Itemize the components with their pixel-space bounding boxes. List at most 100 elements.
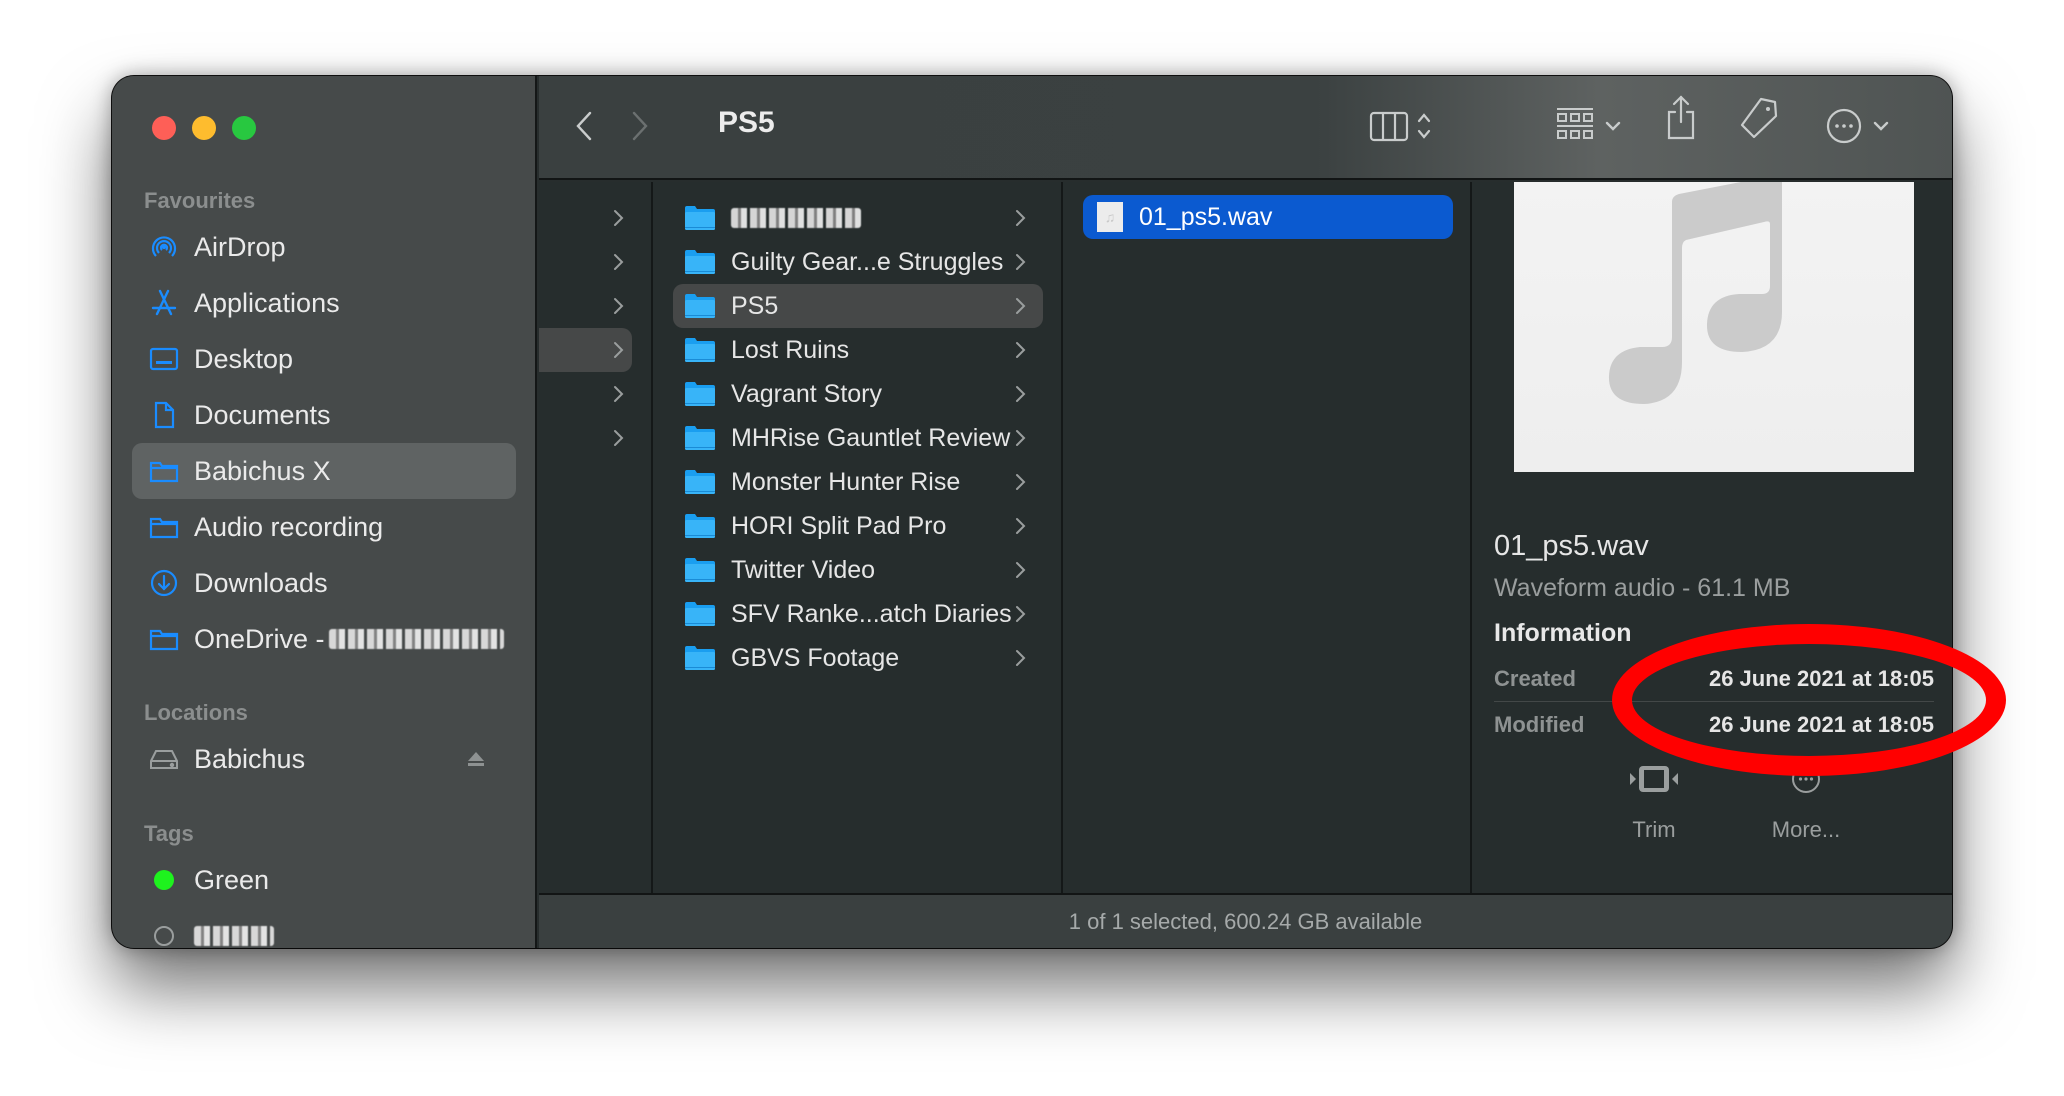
folder-icon [685,206,715,230]
status-text: 1 of 1 selected, 600.24 GB available [1068,908,1423,934]
folder-row[interactable] [673,196,1043,240]
more-button[interactable]: More... [1746,764,1866,843]
sidebar-item-label: Desktop [194,343,294,374]
sidebar-item-downloads[interactable]: Downloads [132,555,516,611]
action-menu-button[interactable] [1825,108,1889,148]
sidebar-item-tag-redacted[interactable] [132,908,516,948]
chevron-right-icon [611,252,625,272]
folder-name: GBVS Footage [731,643,900,672]
forward-button[interactable] [631,108,649,148]
folder-icon [685,338,715,362]
chevron-right-icon [1013,384,1027,404]
column-1-row[interactable] [539,196,632,240]
status-bar: 1 of 1 selected, 600.24 GB available [539,893,1952,948]
chevron-right-icon [631,110,649,147]
folder-name: HORI Split Pad Pro [731,511,947,540]
minimize-button[interactable] [192,116,216,140]
sidebar-section-locations: Locations [144,700,248,725]
chevron-right-icon [611,384,625,404]
sidebar-item-label: Applications [194,287,340,318]
tag-icon [1739,96,1779,145]
column-1-row[interactable] [539,416,632,460]
applications-icon [148,287,180,319]
chevron-right-icon [1013,428,1027,448]
window-title: PS5 [718,106,775,139]
column-1 [539,182,653,893]
modified-row: Modified 26 June 2021 at 18:05 [1494,702,1934,748]
folder-row[interactable]: Monster Hunter Rise [673,460,1043,504]
created-row: Created 26 June 2021 at 18:05 [1494,656,1934,702]
sidebar-item-documents[interactable]: Documents [132,387,516,443]
preview-file-kind: Waveform audio - 61.1 MB [1494,574,1791,602]
folder-row[interactable]: Lost Ruins [673,328,1043,372]
group-grid-icon [1555,107,1595,150]
preview-pane: 01_ps5.wav Waveform audio - 61.1 MB Info… [1472,182,1952,893]
folder-row[interactable]: Twitter Video [673,548,1043,592]
redacted-text [328,629,504,649]
folder-row[interactable]: SFV Ranke...atch Diaries [673,592,1043,636]
sidebar-item-onedrive[interactable]: OneDrive - [132,611,516,667]
chevron-right-icon [611,340,625,360]
folder-row[interactable]: Vagrant Story [673,372,1043,416]
sidebar-item-audio-recording[interactable]: Audio recording [132,499,516,555]
sidebar-item-label: AirDrop [194,231,286,262]
sidebar-item-label: Downloads [194,567,328,598]
trim-button[interactable]: Trim [1594,764,1714,843]
folder-icon [685,602,715,626]
sidebar-item-airdrop[interactable]: AirDrop [132,219,516,275]
chevron-right-icon [1013,252,1027,272]
more-label: More... [1771,817,1841,842]
folder-row[interactable]: Guilty Gear...e Struggles [673,240,1043,284]
more-icon [1791,764,1821,799]
column-2: Guilty Gear...e Struggles PS5 Lost Ruins Va… [653,182,1063,893]
chevron-right-icon [1013,296,1027,316]
close-button[interactable] [152,116,176,140]
folder-row[interactable]: PS5 [673,284,1043,328]
eject-icon[interactable] [466,749,486,774]
folder-name: Lost Ruins [731,335,850,364]
share-button[interactable] [1665,94,1697,140]
sidebar-item-label: Audio recording [194,511,384,542]
folder-name: Twitter Video [731,555,876,584]
sidebar-item-tag-green[interactable]: Green [132,852,516,908]
window-controls [152,116,256,140]
column-1-row[interactable] [539,284,632,328]
download-icon [148,567,180,599]
chevron-updown-icon [1417,110,1431,147]
tag-button[interactable] [1739,97,1779,140]
chevron-right-icon [1013,560,1027,580]
sidebar-item-label: Babichus X [194,455,331,486]
folder-icon [685,514,715,538]
file-row-selected[interactable]: ♫ 01_ps5.wav [1083,195,1453,239]
maximize-button[interactable] [232,116,256,140]
folder-row[interactable]: GBVS Footage [673,636,1043,680]
chevron-right-icon [1013,472,1027,492]
trim-label: Trim [1632,817,1676,842]
desktop-icon [148,343,180,375]
trim-icon [1628,764,1680,799]
sidebar-item-label: Documents [194,399,331,430]
preview-artwork [1514,182,1914,472]
sidebar-item-desktop[interactable]: Desktop [132,331,516,387]
sidebar-section-favourites: Favourites [144,188,256,213]
column-1-row[interactable] [539,240,632,284]
sidebar-item-babichus-x[interactable]: Babichus X [132,443,516,499]
sidebar-item-babichus-drive[interactable]: Babichus [132,731,516,787]
chevron-right-icon [611,296,625,316]
sidebar-item-applications[interactable]: Applications [132,275,516,331]
folder-row[interactable]: MHRise Gauntlet Review [673,416,1043,460]
airdrop-icon [148,231,180,263]
audio-file-icon: ♫ [1097,202,1123,232]
group-button[interactable] [1555,107,1621,150]
folder-icon [148,511,180,543]
created-value: 26 June 2021 at 18:05 [1708,666,1934,691]
back-button[interactable] [575,108,593,148]
column-1-row[interactable] [539,372,632,416]
folder-row[interactable]: HORI Split Pad Pro [673,504,1043,548]
preview-file-name: 01_ps5.wav [1494,530,1649,562]
folder-name: MHRise Gauntlet Review [731,423,1011,452]
view-mode-button[interactable] [1369,108,1431,148]
chevron-left-icon [575,110,593,147]
folder-name: Monster Hunter Rise [731,467,961,496]
column-1-row[interactable] [539,328,632,372]
